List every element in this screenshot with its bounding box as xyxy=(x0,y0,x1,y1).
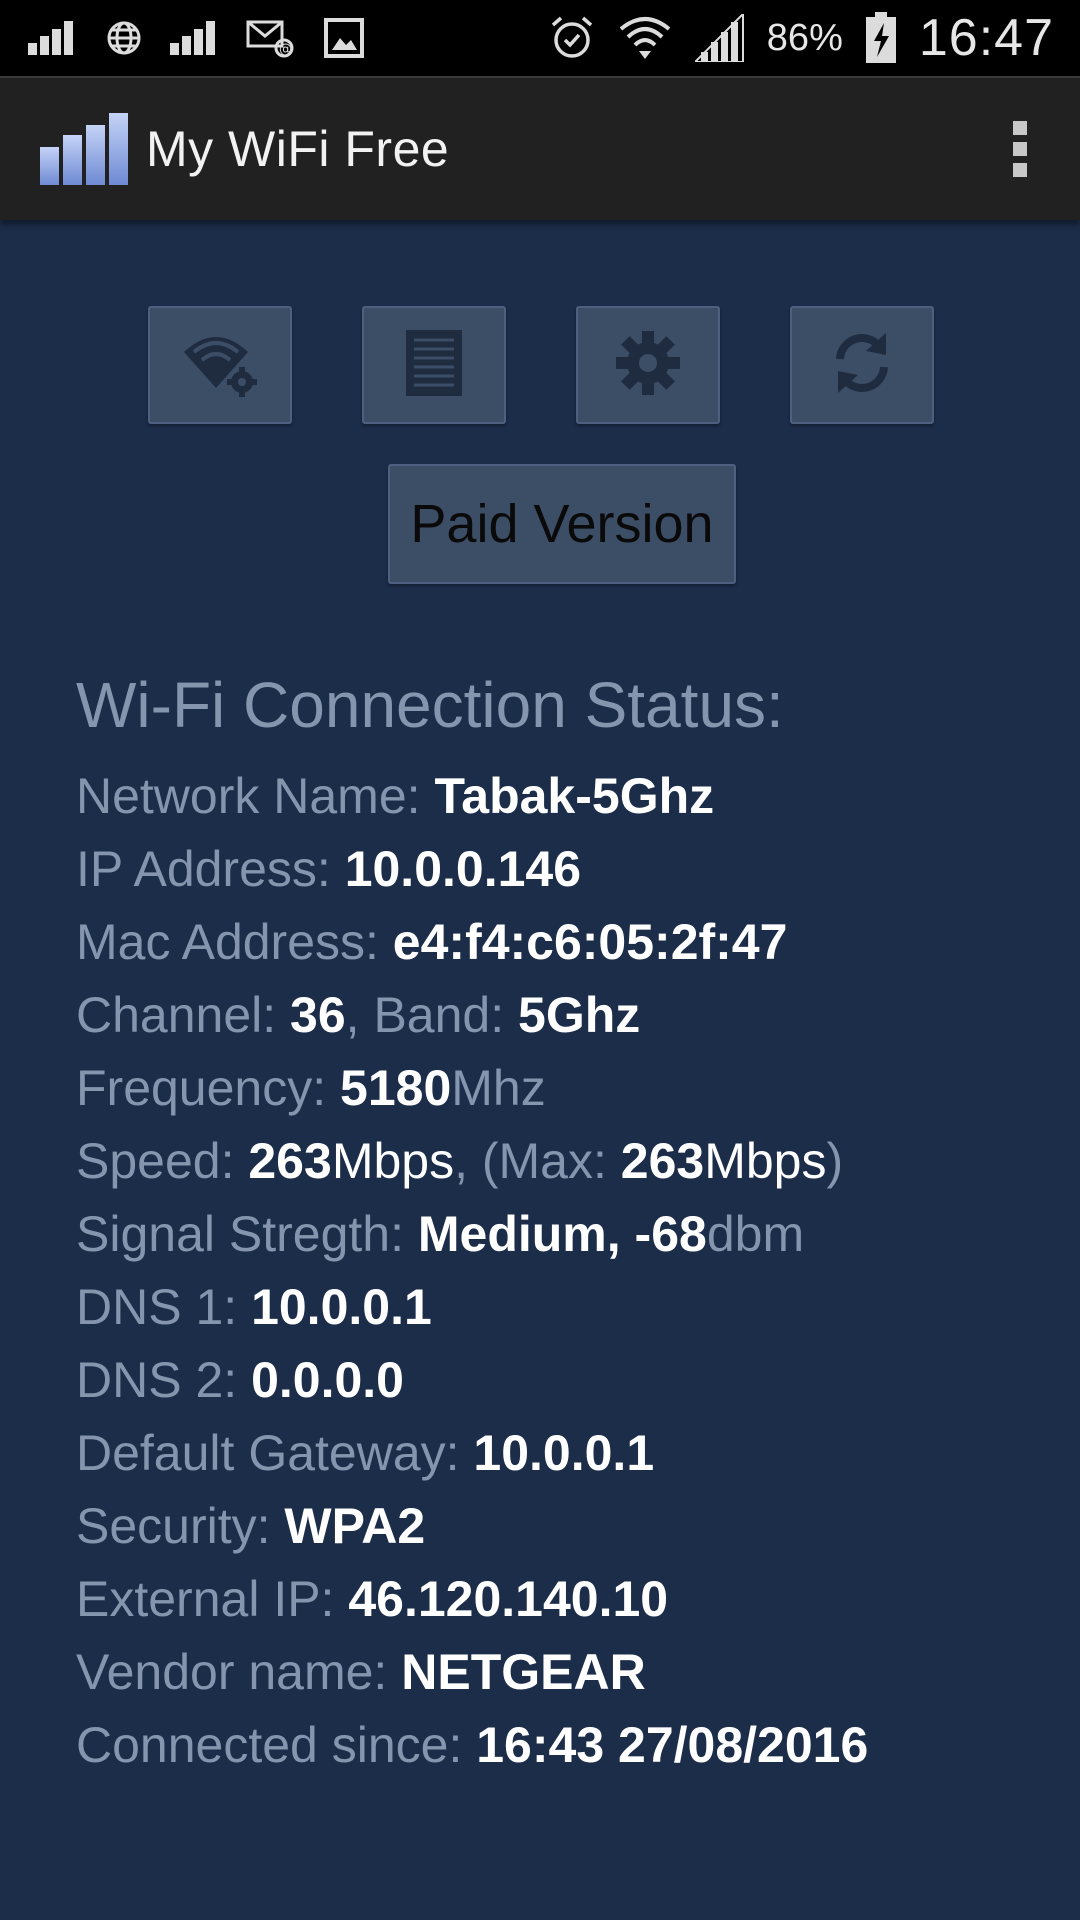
app-title: My WiFi Free xyxy=(146,121,450,177)
dns2-value: 0.0.0.0 xyxy=(251,1352,404,1408)
status-heading: Wi-Fi Connection Status: xyxy=(76,669,784,741)
battery-percent: 86% xyxy=(766,16,843,59)
vendor-name-label: Vendor name: xyxy=(76,1644,402,1700)
connected-since-row: Connected since: 16:43 27/08/2016 xyxy=(76,1709,1056,1782)
settings-gear-icon xyxy=(616,330,680,400)
dns1-row: DNS 1: 10.0.0.1 xyxy=(76,1271,1056,1344)
channel-label: Channel: xyxy=(76,987,291,1043)
band-value: 5Ghz xyxy=(518,987,641,1043)
signal-strength-value: Medium, -68 xyxy=(417,1206,707,1262)
network-name-row: Network Name: Tabak-5Ghz xyxy=(76,760,1056,833)
speed-row: Speed: 263Mbps, (Max: 263Mbps) xyxy=(76,1125,1056,1198)
mac-address-value: e4:f4:c6:05:2f:47 xyxy=(392,914,788,970)
signal-icon xyxy=(694,14,745,62)
dns2-label: DNS 2: xyxy=(76,1352,252,1408)
alarm-icon xyxy=(549,15,595,61)
wifi-settings-button[interactable] xyxy=(148,306,292,424)
overflow-menu-icon[interactable] xyxy=(1000,109,1040,189)
band-label: , Band: xyxy=(345,987,519,1043)
channel-value: 36 xyxy=(290,987,346,1043)
dns1-label: DNS 1: xyxy=(76,1279,252,1335)
external-ip-label: External IP: xyxy=(76,1571,349,1627)
speed-value: 263 xyxy=(248,1133,332,1189)
max-speed-label: , (Max: xyxy=(454,1133,621,1189)
status-bar: @ 86% 16:47 xyxy=(0,0,1080,76)
refresh-button[interactable] xyxy=(790,306,934,424)
wifi-settings-icon xyxy=(180,328,260,403)
action-bar: My WiFi Free xyxy=(0,76,1080,220)
max-speed-close: ) xyxy=(826,1133,844,1189)
signal-bars-logo-icon xyxy=(40,113,128,185)
connected-since-label: Connected since: xyxy=(76,1717,477,1773)
security-label: Security: xyxy=(76,1498,285,1554)
frequency-label: Frequency: xyxy=(76,1060,341,1116)
ip-address-label: IP Address: xyxy=(76,841,345,897)
signal-strength-row: Signal Stregth: Medium, -68dbm xyxy=(76,1198,1056,1271)
paid-version-button[interactable]: Paid Version xyxy=(388,464,736,584)
security-value: WPA2 xyxy=(284,1498,426,1554)
signal-icon xyxy=(28,21,78,55)
network-name-value: Tabak-5Ghz xyxy=(434,768,715,824)
speed-label: Speed: xyxy=(76,1133,249,1189)
image-icon xyxy=(324,18,364,58)
list-icon xyxy=(406,329,462,401)
wifi-icon xyxy=(617,13,673,63)
external-ip-value: 46.120.140.10 xyxy=(348,1571,669,1627)
settings-button[interactable] xyxy=(576,306,720,424)
security-row: Security: WPA2 xyxy=(76,1490,1056,1563)
log-list-button[interactable] xyxy=(362,306,506,424)
default-gateway-label: Default Gateway: xyxy=(76,1425,474,1481)
default-gateway-value: 10.0.0.1 xyxy=(473,1425,655,1481)
vendor-name-row: Vendor name: NETGEAR xyxy=(76,1636,1056,1709)
dns2-row: DNS 2: 0.0.0.0 xyxy=(76,1344,1056,1417)
network-name-label: Network Name: xyxy=(76,768,435,824)
ip-address-value: 10.0.0.146 xyxy=(344,841,582,897)
signal-icon xyxy=(170,21,218,55)
frequency-value: 5180 xyxy=(340,1060,452,1116)
signal-strength-label: Signal Stregth: xyxy=(76,1206,418,1262)
svg-text:@: @ xyxy=(279,42,292,57)
signal-strength-unit: dbm xyxy=(706,1206,805,1262)
channel-band-row: Channel: 36, Band: 5Ghz xyxy=(76,979,1056,1052)
toolbar xyxy=(148,306,934,424)
connected-since-value: 16:43 27/08/2016 xyxy=(476,1717,869,1773)
mac-address-label: Mac Address: xyxy=(76,914,393,970)
frequency-row: Frequency: 5180Mhz xyxy=(76,1052,1056,1125)
ip-address-row: IP Address: 10.0.0.146 xyxy=(76,833,1056,906)
battery-icon xyxy=(865,12,897,64)
clock-time: 16:47 xyxy=(918,9,1054,67)
mac-address-row: Mac Address: e4:f4:c6:05:2f:47 xyxy=(76,906,1056,979)
vendor-name-value: NETGEAR xyxy=(401,1644,646,1700)
connection-status-panel: Wi-Fi Connection Status: Network Name: T… xyxy=(76,664,1056,1782)
refresh-icon xyxy=(828,329,896,402)
globe-icon xyxy=(106,20,142,56)
frequency-unit: Mhz xyxy=(451,1060,546,1116)
mail-icon: @ xyxy=(246,18,296,58)
max-speed-value: 263 xyxy=(620,1133,705,1189)
speed-unit: Mbps xyxy=(331,1133,455,1189)
default-gateway-row: Default Gateway: 10.0.0.1 xyxy=(76,1417,1056,1490)
dns1-value: 10.0.0.1 xyxy=(251,1279,432,1335)
max-speed-unit: Mbps xyxy=(704,1133,827,1189)
external-ip-row: External IP: 46.120.140.10 xyxy=(76,1563,1056,1636)
